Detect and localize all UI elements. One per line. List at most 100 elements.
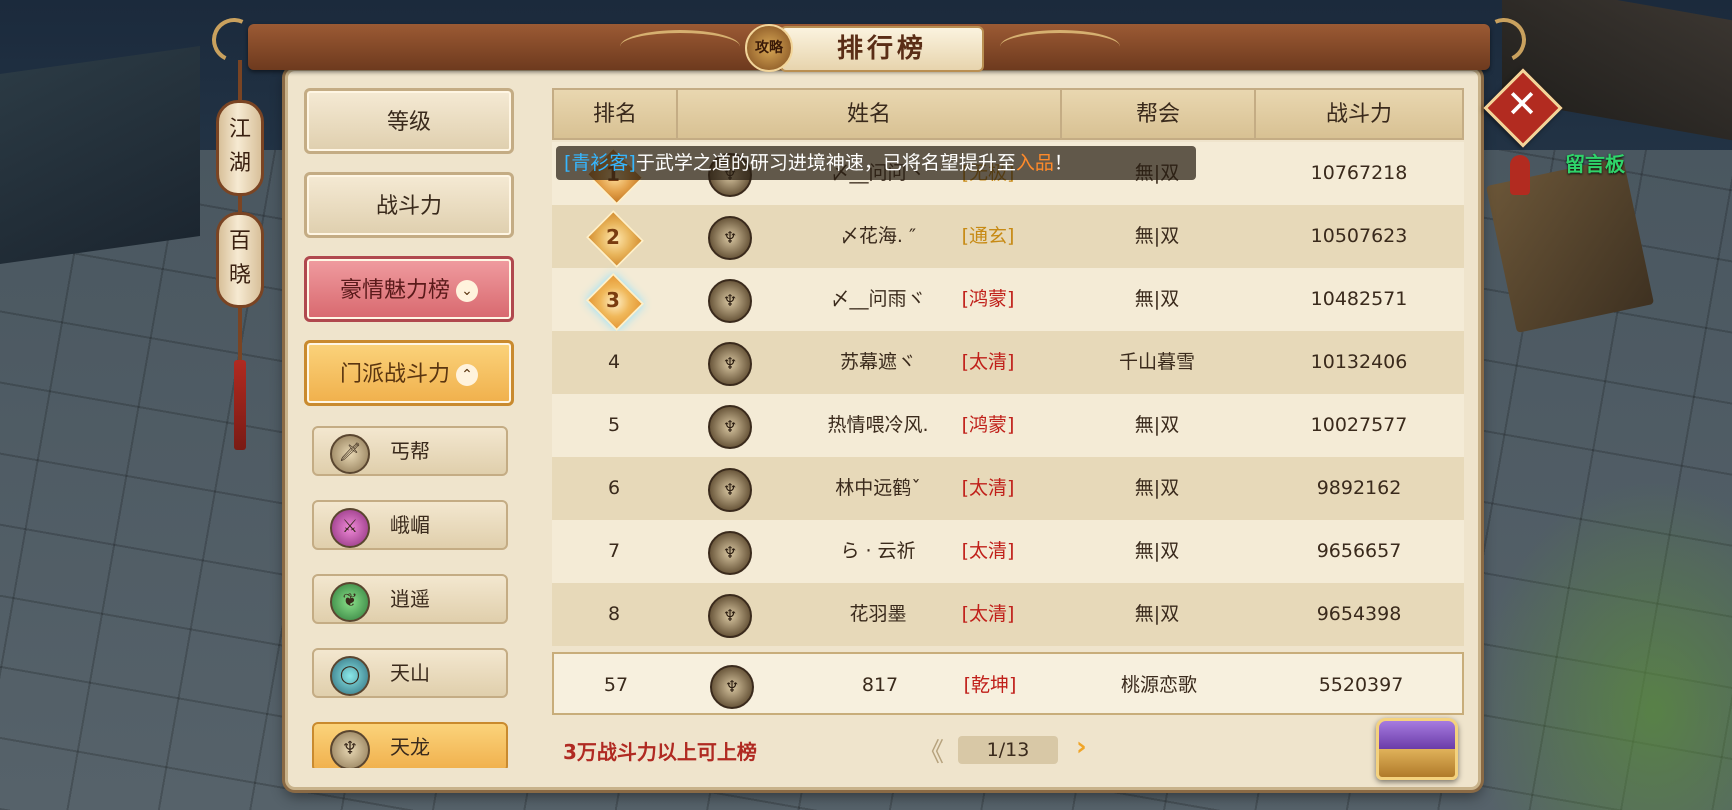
guild-cell: 無|双 (1134, 477, 1180, 499)
sect-emei[interactable]: ⚔ 峨嵋 (312, 500, 508, 550)
broadcast-player-name[interactable]: [青衫客] (564, 152, 636, 174)
avatar[interactable]: ♆ (708, 405, 752, 449)
rank-cell: 7 (607, 540, 621, 562)
table-row[interactable]: 7 ♆ ら · 云祈 [太清] 無|双 9656657 (552, 520, 1464, 583)
lantern-jianghu[interactable]: 江湖 (216, 100, 264, 196)
page-indicator: 1/13 (958, 736, 1058, 764)
power-cell: 5520397 (1318, 674, 1404, 696)
avatar[interactable]: ♆ (708, 279, 752, 323)
category-charm[interactable]: 豪情魅力榜 ⌄ (304, 256, 514, 322)
avatar[interactable]: ♆ (710, 665, 754, 709)
table-row[interactable]: 8 ♆ 花羽墨 [太清] 無|双 9654398 (552, 583, 1464, 646)
tassel-decoration (234, 360, 246, 450)
rank-cell: 3 (606, 288, 620, 312)
ring-icon: ◯ (330, 656, 370, 696)
sect-tianshan[interactable]: ◯ 天山 (312, 648, 508, 698)
rank-cell: 57 (603, 674, 629, 696)
category-power-label: 战斗力 (375, 194, 442, 219)
table-row[interactable]: 5 ♆ 热情喂冷风. [鸿蒙] 無|双 10027577 (552, 394, 1464, 457)
category-level-label: 等级 (386, 110, 431, 135)
table-row[interactable]: 3 ♆ 〆__问雨ヾ [鸿蒙] 無|双 10482571 (552, 268, 1464, 331)
chevron-left-icon[interactable]: 《 (918, 732, 944, 769)
chevron-up-icon: ⌃ (456, 364, 478, 386)
rank-cell: 6 (607, 477, 621, 499)
sect-emei-label: 峨嵋 (390, 513, 430, 537)
chevron-right-icon[interactable]: › (1076, 732, 1087, 762)
lantern-baixiao-label: 百晓 (228, 229, 251, 288)
category-sect-power-label: 门派战斗力 (339, 362, 450, 387)
realm-tag: [通玄] (961, 225, 1015, 247)
category-sidebar: 等级 战斗力 豪情魅力榜 ⌄ 门派战斗力 ⌃ 🗡 丐帮 ⚔ 峨嵋 ❦ 逍遥 ◯ 天山… (300, 88, 522, 768)
category-charm-label: 豪情魅力榜 (339, 278, 450, 303)
avatar[interactable]: ♆ (708, 531, 752, 575)
broadcast-rank: 入品 (1015, 152, 1054, 174)
category-power[interactable]: 战斗力 (304, 172, 514, 238)
close-tassel (1510, 155, 1530, 195)
ranking-table: 排名 姓名 帮会 战斗力 1 ♆ 〆__问问丶 [无极] 無|双 1076721… (552, 88, 1464, 715)
treasure-chest-icon[interactable] (1376, 718, 1458, 780)
avatar[interactable]: ♆ (708, 468, 752, 512)
lantern-jianghu-label: 江湖 (228, 117, 251, 176)
chevron-down-icon: ⌄ (456, 280, 478, 302)
sect-tianshan-label: 天山 (390, 661, 430, 685)
sect-tianlong-label: 天龙 (390, 735, 430, 759)
rank-cell: 5 (607, 414, 621, 436)
header-guild: 帮会 (1062, 90, 1256, 140)
power-cell: 9892162 (1316, 477, 1402, 499)
avatar[interactable]: ♆ (708, 342, 752, 386)
realm-tag: [鸿蒙] (961, 414, 1015, 436)
power-cell: 9654398 (1316, 603, 1402, 625)
category-level[interactable]: 等级 (304, 88, 514, 154)
page-title: 排行榜 (780, 26, 984, 72)
table-row[interactable]: 6 ♆ 林中远鹤ˇ [太清] 無|双 9892162 (552, 457, 1464, 520)
power-cell: 10767218 (1310, 162, 1408, 184)
power-cell: 10027577 (1310, 414, 1408, 436)
guild-cell: 無|双 (1134, 414, 1180, 436)
sect-gaibang-label: 丐帮 (390, 439, 430, 463)
lantern-baixiao[interactable]: 百晓 (216, 212, 264, 308)
sect-gaibang[interactable]: 🗡 丐帮 (312, 426, 508, 476)
rank-cell: 2 (606, 225, 620, 249)
header-power: 战斗力 (1325, 102, 1392, 127)
power-cell: 10132406 (1310, 351, 1408, 373)
sect-xiaoyao[interactable]: ❦ 逍遥 (312, 574, 508, 624)
category-sect-power[interactable]: 门派战斗力 ⌃ (304, 340, 514, 406)
guild-cell: 無|双 (1134, 540, 1180, 562)
power-cell: 9656657 (1316, 540, 1402, 562)
realm-tag: [乾坤] (963, 674, 1017, 696)
ranking-requirement-note: 3万战斗力以上可上榜 (563, 740, 757, 764)
table-header: 排名 姓名 帮会 战斗力 (552, 88, 1464, 140)
header-rank: 排名 (554, 90, 678, 140)
table-row[interactable]: 2 ♆ 〆花海. ″ [通玄] 無|双 10507623 (552, 205, 1464, 268)
power-cell: 10507623 (1310, 225, 1408, 247)
realm-tag: [太清] (961, 477, 1015, 499)
broadcast-text: 于武学之道的研习进境神速，已将名望提升至 (635, 152, 1016, 174)
realm-tag: [太清] (961, 603, 1015, 625)
guide-seal-icon[interactable]: 攻略 (745, 24, 793, 72)
sect-tianlong[interactable]: ♆ 天龙 (312, 722, 508, 768)
realm-tag: [太清] (961, 540, 1015, 562)
leaf-icon: ❦ (330, 582, 370, 622)
avatar[interactable]: ♆ (708, 216, 752, 260)
system-broadcast: [青衫客]于武学之道的研习进境神速，已将名望提升至入品！ (556, 146, 1196, 180)
header-name: 姓名 (678, 90, 1062, 140)
close-icon[interactable]: ✕ (1502, 81, 1542, 127)
guild-cell: 桃源恋歌 (1120, 674, 1197, 696)
my-rank-row[interactable]: 57 ♆ 817 [乾坤] 桃源恋歌 5520397 (552, 652, 1464, 715)
background-roof-left (0, 45, 200, 265)
guild-cell: 無|双 (1134, 225, 1180, 247)
rank-cell: 8 (607, 603, 621, 625)
realm-tag: [鸿蒙] (961, 288, 1015, 310)
crossed-swords-icon: ⚔ (330, 508, 370, 548)
table-row[interactable]: 4 ♆ 苏幕遮ヾ [太清] 千山暮雪 10132406 (552, 331, 1464, 394)
title-ornament-left (620, 30, 740, 63)
guild-cell: 千山暮雪 (1118, 351, 1195, 373)
guild-cell: 無|双 (1134, 288, 1180, 310)
message-board-link[interactable]: 留言板 (1565, 148, 1625, 177)
sword-icon: 🗡 (330, 434, 370, 474)
avatar[interactable]: ♆ (708, 594, 752, 638)
background-grass (1472, 480, 1732, 810)
title-ornament-right (1000, 30, 1120, 63)
sect-xiaoyao-label: 逍遥 (390, 587, 430, 611)
realm-tag: [太清] (961, 351, 1015, 373)
